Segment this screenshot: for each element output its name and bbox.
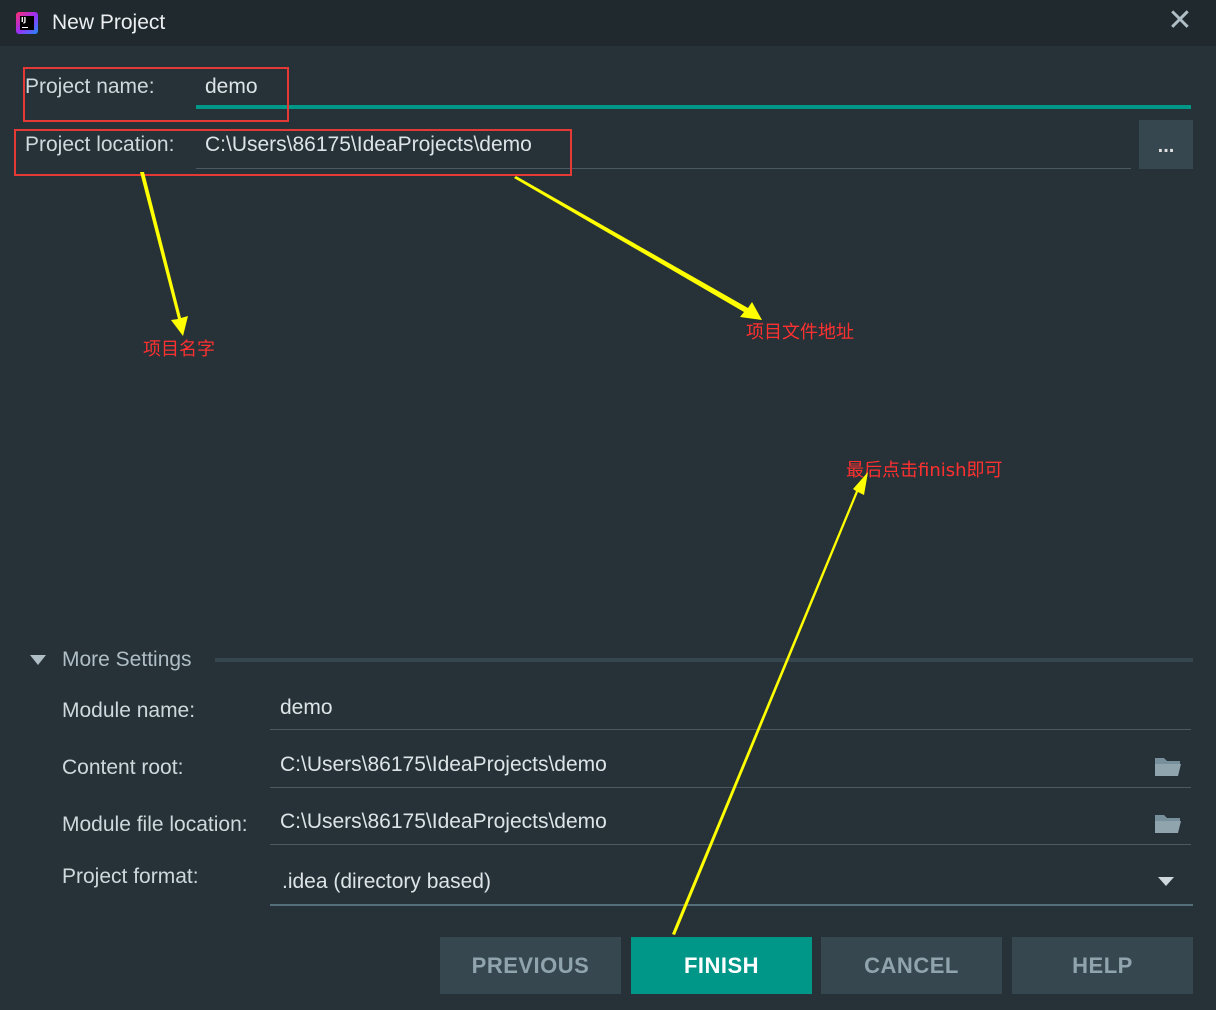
intellij-idea-icon: IJ <box>16 12 38 34</box>
window-title: New Project <box>52 11 166 34</box>
content-root-underline <box>270 787 1191 788</box>
folder-icon[interactable] <box>1154 755 1182 777</box>
content-root-label: Content root: <box>62 756 184 779</box>
annotation-finish-note: 最后点击finish即可 <box>846 460 1003 481</box>
annotation-box-project-name <box>23 67 289 122</box>
annotation-project-location-note: 项目文件地址 <box>746 322 854 343</box>
browse-location-button[interactable]: ... <box>1139 120 1193 169</box>
folder-icon[interactable] <box>1154 812 1182 834</box>
chevron-down-icon[interactable] <box>1158 877 1174 886</box>
more-settings-header[interactable]: More Settings <box>62 648 192 672</box>
title-bar: IJ New Project ✕ <box>0 0 1216 46</box>
section-divider <box>215 658 1193 662</box>
arrow-to-finish-note <box>672 472 868 935</box>
finish-button[interactable]: FINISH <box>631 937 812 994</box>
annotation-box-project-location <box>14 129 572 176</box>
module-name-underline <box>270 729 1191 730</box>
collapse-triangle-icon[interactable] <box>30 655 46 665</box>
cancel-button[interactable]: CANCEL <box>821 937 1002 994</box>
module-file-location-label: Module file location: <box>62 813 248 836</box>
help-button[interactable]: HELP <box>1012 937 1193 994</box>
arrow-to-project-name-note <box>140 172 188 336</box>
arrow-to-project-location-note <box>514 176 762 320</box>
project-format-label: Project format: <box>62 865 199 888</box>
annotation-project-name-note: 项目名字 <box>143 339 215 360</box>
module-file-location-underline <box>270 844 1191 845</box>
previous-button[interactable]: PREVIOUS <box>440 937 621 994</box>
module-name-input[interactable]: demo <box>280 696 333 720</box>
module-name-label: Module name: <box>62 699 196 722</box>
project-format-underline <box>270 904 1193 906</box>
project-format-select[interactable]: .idea (directory based) <box>282 870 491 894</box>
module-file-location-input[interactable]: C:\Users\86175\IdeaProjects\demo <box>280 810 607 834</box>
project-name-input-underline <box>196 105 1191 109</box>
content-root-input[interactable]: C:\Users\86175\IdeaProjects\demo <box>280 753 607 777</box>
close-icon[interactable]: ✕ <box>1166 6 1194 36</box>
